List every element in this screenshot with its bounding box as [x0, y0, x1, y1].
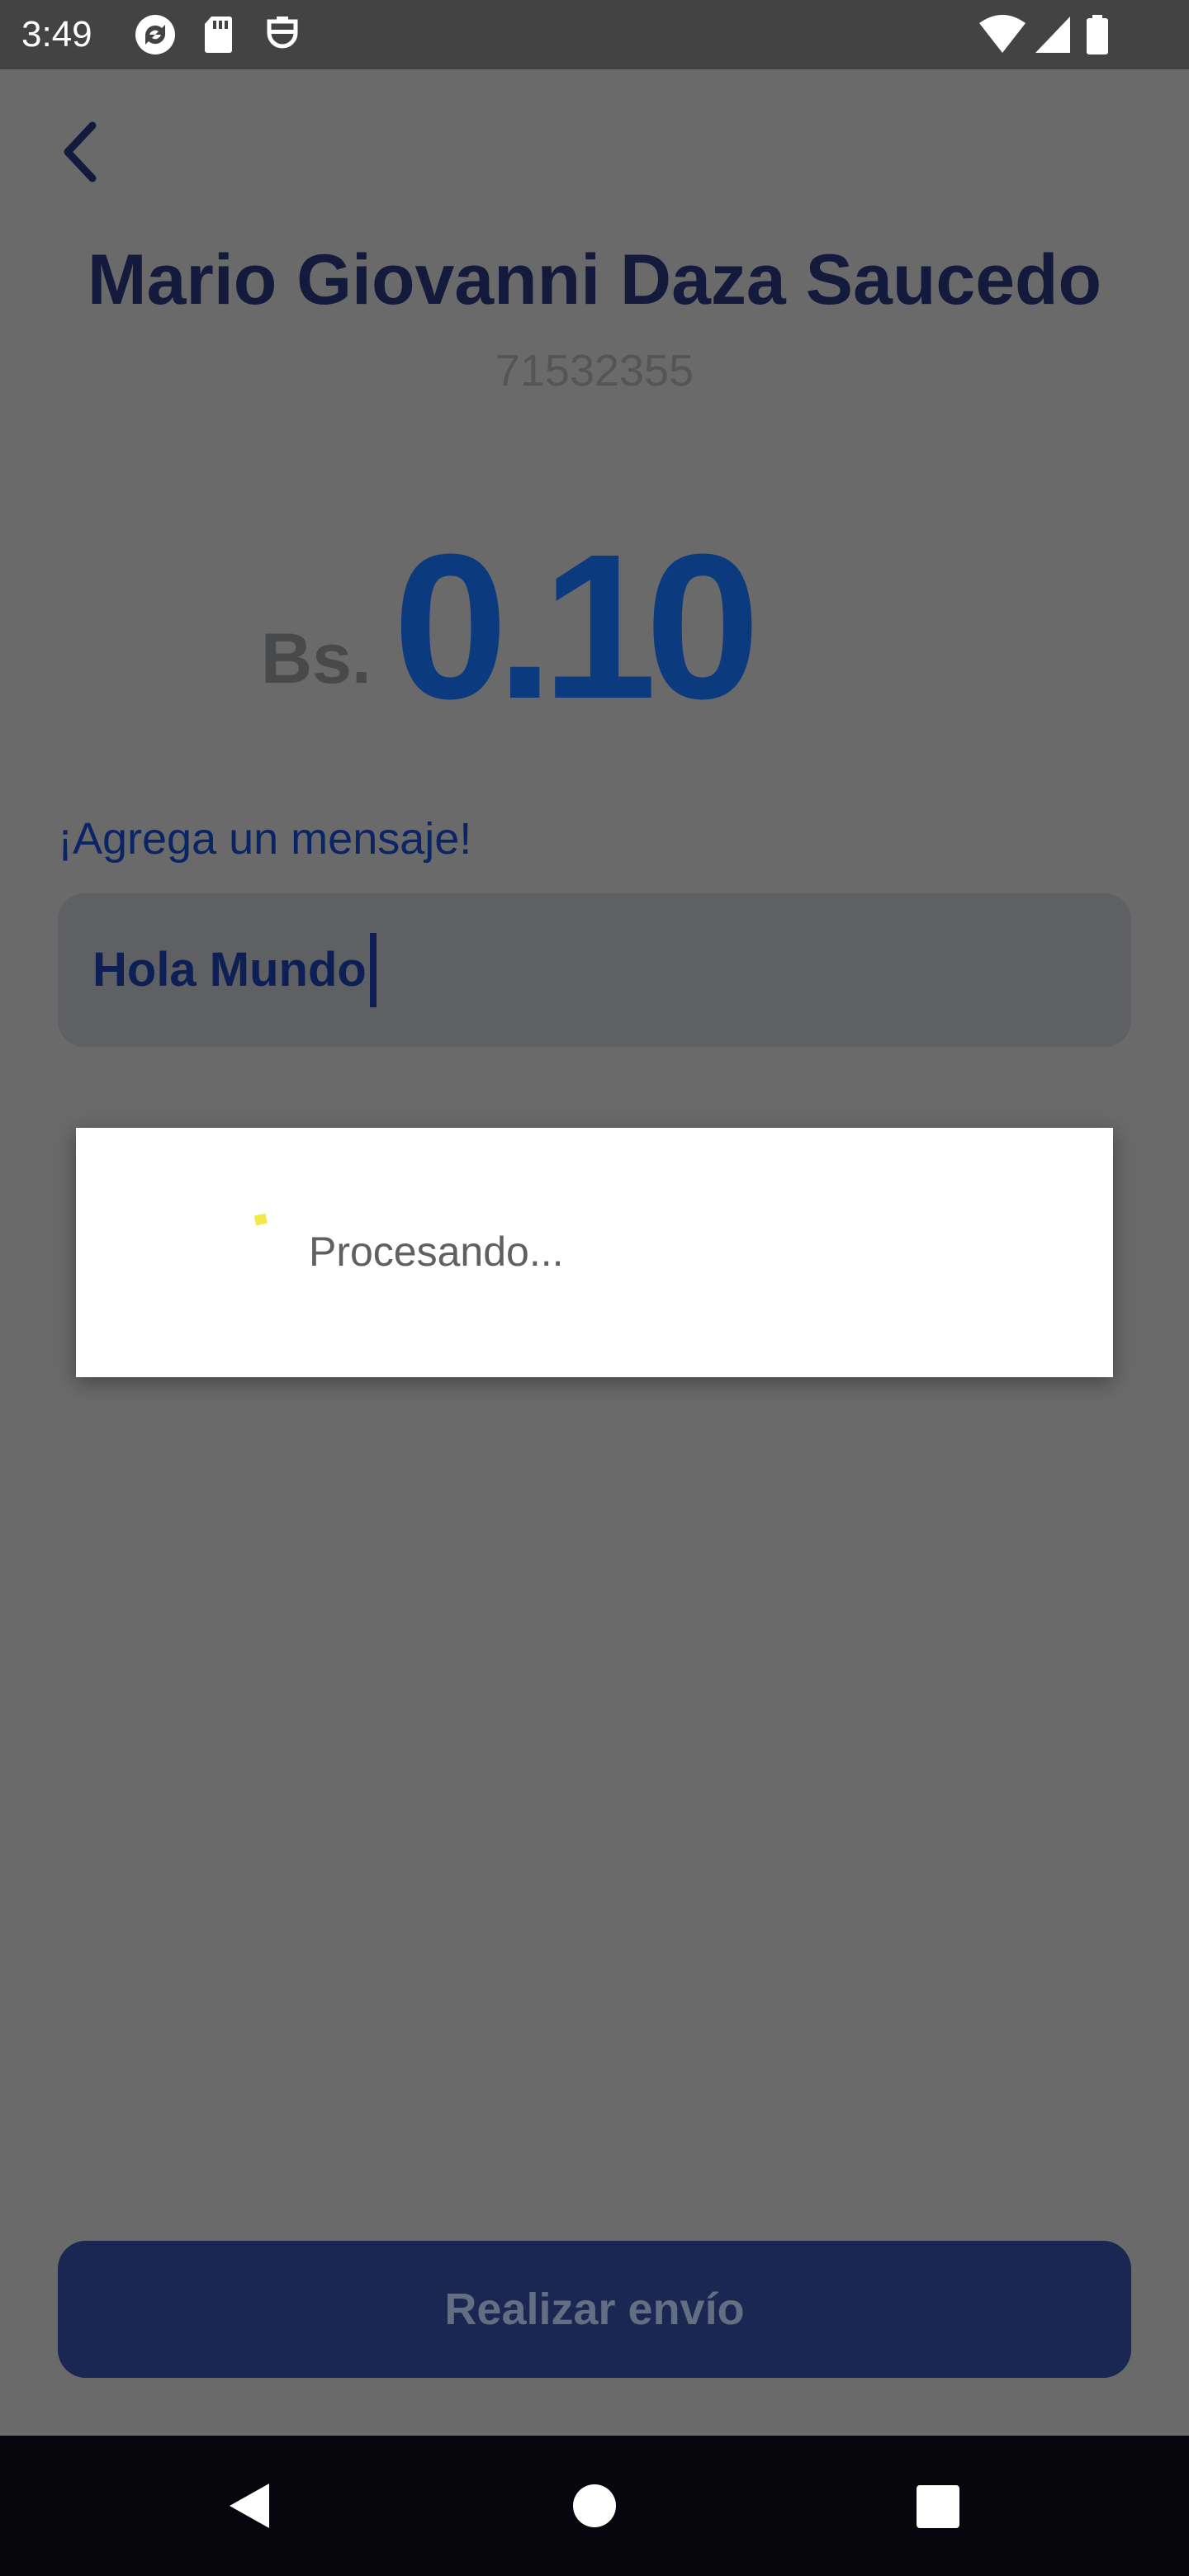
submit-transfer-label: Realizar envío	[444, 2285, 745, 2334]
back-triangle-icon[interactable]	[211, 2469, 286, 2543]
status-time: 3:49	[21, 14, 92, 54]
back-button[interactable]	[50, 112, 112, 192]
text-cursor	[369, 933, 377, 1007]
recipient-phone: 71532355	[495, 346, 694, 395]
message-label: ¡Agrega un mensaje!	[58, 814, 472, 864]
processing-dialog: Procesando...	[76, 1128, 1113, 1377]
loading-spinner-icon	[254, 1214, 268, 1226]
processing-text: Procesando...	[309, 1229, 564, 1275]
message-input-value: Hola Mundo	[92, 943, 367, 997]
currency-label: Bs.	[261, 619, 372, 698]
battery-icon	[1087, 15, 1108, 54]
recents-square-icon[interactable]	[900, 2469, 974, 2543]
amount-display: Bs. 0.10	[0, 482, 1189, 730]
sd-card-icon	[205, 17, 232, 53]
home-circle-icon[interactable]	[557, 2469, 632, 2543]
chevron-left-icon	[64, 121, 97, 182]
amount-value[interactable]: 0.10	[393, 523, 760, 730]
submit-transfer-button[interactable]: Realizar envío	[58, 2241, 1131, 2378]
wifi-icon	[979, 15, 1026, 53]
sync-icon	[135, 15, 175, 54]
signal-icon	[1035, 17, 1070, 53]
mask-icon	[267, 17, 298, 49]
recipient-name: Mario Giovanni Daza Saucedo	[87, 240, 1102, 320]
navigation-bar	[0, 2436, 1189, 2576]
message-input[interactable]: Hola Mundo	[58, 893, 1131, 1047]
status-bar: 3:49	[0, 0, 1189, 69]
